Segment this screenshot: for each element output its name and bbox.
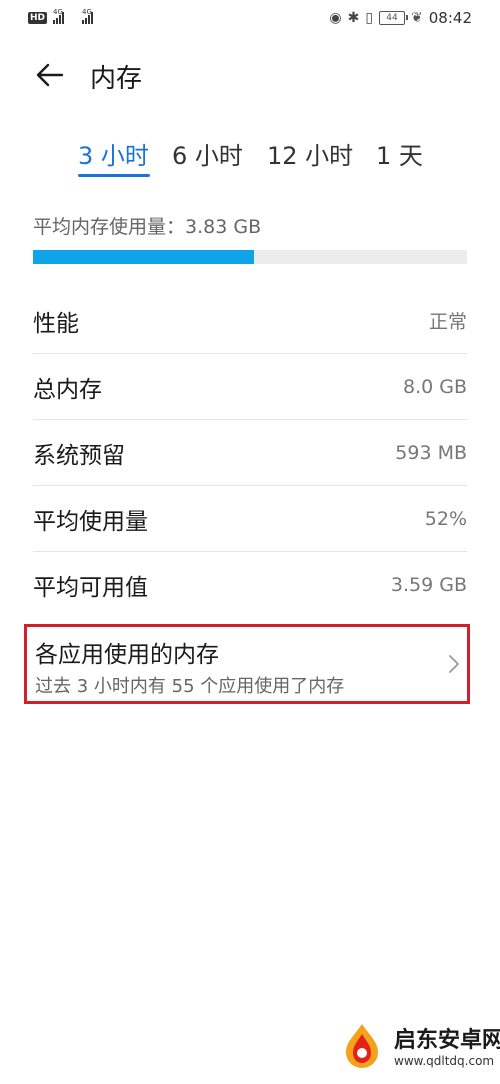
tab-3-hours[interactable]: 3 小时 bbox=[78, 136, 149, 171]
network-type-2: 4G bbox=[82, 8, 92, 16]
status-right: ◉ ✱ ▯ 44 ❦ 08:42 bbox=[329, 9, 472, 27]
page-title: 内存 bbox=[90, 64, 143, 94]
row-value: 3.59 GB bbox=[390, 574, 467, 596]
status-bar: HD 4G 4G ◉ ✱ ▯ 44 ❦ 08:42 bbox=[0, 0, 500, 36]
row-label: 系统预留 bbox=[33, 442, 125, 469]
watermark-logo-icon bbox=[346, 1024, 378, 1068]
row-system-reserved: 系统预留 593 MB bbox=[33, 420, 467, 486]
watermark-url: www.qdltdq.com bbox=[394, 1054, 495, 1068]
time-range-tabs: 3 小时 6 小时 12 小时 1 天 bbox=[0, 136, 500, 180]
row-value: 正常 bbox=[428, 311, 467, 333]
app-memory-item[interactable]: 各应用使用的内存 过去 3 小时内有 55 个应用使用了内存 bbox=[24, 624, 470, 704]
eye-icon: ◉ bbox=[329, 10, 342, 26]
row-average-available: 平均可用值 3.59 GB bbox=[33, 552, 467, 618]
hd-badge: HD bbox=[28, 12, 48, 24]
vibrate-icon: ▯ bbox=[365, 10, 374, 26]
row-total-memory: 总内存 8.0 GB bbox=[33, 354, 467, 420]
status-left: HD 4G 4G bbox=[28, 8, 94, 24]
chevron-right-icon bbox=[449, 655, 459, 673]
watermark: 启东安卓网 www.qdltdq.com bbox=[336, 1012, 500, 1076]
signal-icon: 4G bbox=[53, 8, 65, 24]
signal-icon: 4G bbox=[82, 8, 94, 24]
memory-usage-fill bbox=[33, 250, 255, 264]
app-header: 内存 bbox=[0, 50, 500, 100]
leaf-icon: ❦ bbox=[411, 10, 423, 26]
bluetooth-icon: ✱ bbox=[347, 10, 360, 26]
network-type-1: 4G bbox=[53, 8, 63, 16]
row-label: 平均可用值 bbox=[33, 575, 148, 601]
row-value: 8.0 GB bbox=[402, 375, 467, 398]
tab-6-hours[interactable]: 6 小时 bbox=[172, 136, 243, 171]
watermark-title: 启东安卓网 bbox=[394, 1028, 500, 1053]
row-label: 总内存 bbox=[33, 376, 102, 403]
row-label: 性能 bbox=[33, 310, 79, 337]
app-memory-subtitle: 过去 3 小时内有 55 个应用使用了内存 bbox=[35, 676, 345, 697]
memory-usage-bar bbox=[33, 250, 467, 264]
tab-12-hours[interactable]: 12 小时 bbox=[267, 136, 353, 171]
battery-icon: 44 bbox=[379, 11, 409, 25]
row-value: 593 MB bbox=[395, 441, 467, 464]
active-tab-indicator bbox=[78, 174, 150, 177]
row-label: 平均使用量 bbox=[33, 508, 148, 535]
battery-level: 44 bbox=[386, 13, 398, 23]
row-average-usage: 平均使用量 52% bbox=[33, 486, 467, 552]
row-value: 52% bbox=[424, 507, 467, 530]
status-time: 08:42 bbox=[428, 9, 472, 27]
arrow-left-icon[interactable] bbox=[34, 60, 66, 90]
row-performance: 性能 正常 bbox=[33, 288, 467, 354]
app-memory-title: 各应用使用的内存 bbox=[35, 642, 219, 668]
average-usage-label: 平均内存使用量：3.83 GB bbox=[33, 216, 262, 238]
tab-1-day[interactable]: 1 天 bbox=[376, 136, 423, 171]
